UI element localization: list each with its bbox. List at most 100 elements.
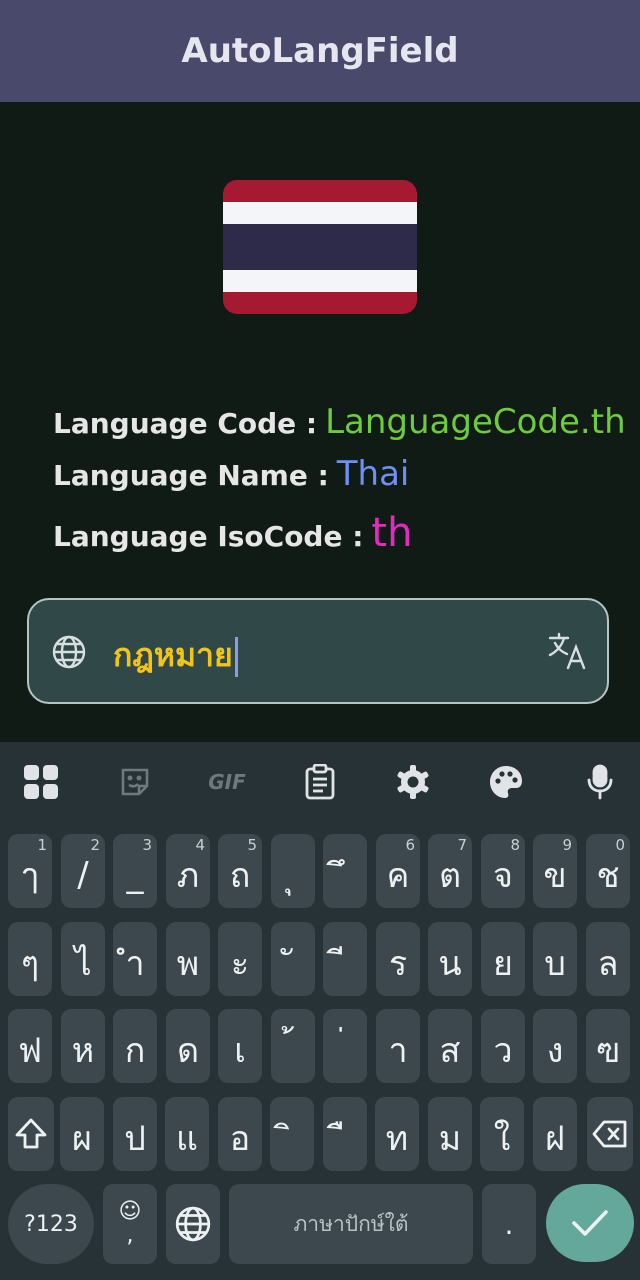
- language-iso-label: Language IsoCode :: [53, 520, 364, 553]
- field-input-value[interactable]: กฎหมาย: [113, 630, 238, 681]
- key[interactable]: ำ: [113, 922, 157, 996]
- key-label: ถ: [229, 856, 251, 896]
- key[interactable]: ใ: [480, 1097, 524, 1171]
- key[interactable]: บ: [533, 922, 577, 996]
- key-label: ช: [596, 856, 620, 896]
- key[interactable]: ไ: [61, 922, 105, 996]
- key-label: ล: [597, 944, 619, 984]
- key-label: ส: [439, 1031, 461, 1071]
- key[interactable]: 8จ: [481, 834, 525, 908]
- key[interactable]: พ: [166, 922, 210, 996]
- key[interactable]: ร: [376, 922, 420, 996]
- key[interactable]: 3 _: [113, 834, 157, 908]
- language-name-value: Thai: [336, 454, 410, 494]
- globe-icon[interactable]: [51, 634, 87, 670]
- key-label: เ: [234, 1031, 246, 1071]
- key-label: ว: [493, 1031, 513, 1071]
- key-hint: 5: [247, 836, 257, 854]
- key[interactable]: 6ค: [376, 834, 420, 908]
- key[interactable]: ั: [271, 922, 315, 996]
- key[interactable]: ย: [481, 922, 525, 996]
- mic-icon[interactable]: [580, 762, 620, 802]
- keyboard-toolbar: GIF: [0, 742, 640, 822]
- language-switch-key[interactable]: [166, 1184, 220, 1264]
- key[interactable]: ฟ: [8, 1009, 52, 1083]
- key[interactable]: 4ภ: [166, 834, 210, 908]
- clipboard-icon[interactable]: [300, 762, 340, 802]
- language-code-row: Language Code : LanguageCode.th: [53, 402, 626, 442]
- key-label: ไ: [74, 944, 92, 984]
- key[interactable]: ป: [113, 1097, 157, 1171]
- key[interactable]: เ: [218, 1009, 262, 1083]
- key[interactable]: ฃ: [586, 1009, 630, 1083]
- key[interactable]: น: [428, 922, 472, 996]
- key[interactable]: ึ: [323, 834, 367, 908]
- symbols-key[interactable]: ?123: [8, 1184, 94, 1264]
- key[interactable]: 7ต: [428, 834, 472, 908]
- key-label: จ: [493, 856, 513, 896]
- key[interactable]: ด: [166, 1009, 210, 1083]
- key[interactable]: ๆ: [8, 922, 52, 996]
- key-label: ย: [493, 944, 513, 984]
- apps-icon[interactable]: [21, 762, 61, 802]
- key-label: อ: [229, 1119, 251, 1159]
- space-key[interactable]: ภาษาปักษ์ใต้: [229, 1184, 473, 1264]
- key-label: ผ: [72, 1119, 92, 1159]
- key-label: ห: [71, 1031, 95, 1071]
- key-label: ต: [438, 856, 462, 896]
- key-hint: 8: [510, 836, 520, 854]
- key[interactable]: อ: [218, 1097, 262, 1171]
- gear-icon[interactable]: [393, 762, 433, 802]
- key-hint: 9: [562, 836, 572, 854]
- key[interactable]: ล: [586, 922, 630, 996]
- key[interactable]: ส: [428, 1009, 472, 1083]
- key-label: _: [126, 855, 144, 895]
- key[interactable]: 9ข: [533, 834, 577, 908]
- key[interactable]: ่: [323, 1009, 367, 1083]
- key-label: ค: [386, 856, 410, 896]
- key[interactable]: ก: [113, 1009, 157, 1083]
- key[interactable]: 1ๅ: [8, 834, 52, 908]
- translate-icon[interactable]: [547, 630, 589, 672]
- language-text-field[interactable]: กฎหมาย: [27, 598, 609, 704]
- key-label: ด: [176, 1031, 200, 1071]
- language-iso-value: th: [371, 510, 413, 556]
- backspace-key[interactable]: [587, 1097, 633, 1171]
- key[interactable]: ง: [533, 1009, 577, 1083]
- key[interactable]: แ: [165, 1097, 209, 1171]
- gif-icon[interactable]: GIF: [206, 762, 248, 802]
- key-label: น: [438, 944, 462, 984]
- key[interactable]: 2/: [61, 834, 105, 908]
- key[interactable]: ะ: [218, 922, 262, 996]
- key[interactable]: ห: [61, 1009, 105, 1083]
- key[interactable]: า: [376, 1009, 420, 1083]
- key[interactable]: ้: [271, 1009, 315, 1083]
- key[interactable]: ี: [323, 922, 367, 996]
- key[interactable]: ุ: [271, 834, 315, 908]
- key-label: ง: [546, 1031, 564, 1071]
- shift-key[interactable]: [8, 1097, 54, 1171]
- sticker-icon[interactable]: [115, 762, 155, 802]
- period-key[interactable]: .: [482, 1184, 536, 1264]
- key-hint: 1: [37, 836, 47, 854]
- enter-key[interactable]: [546, 1184, 634, 1262]
- key[interactable]: ผ: [60, 1097, 104, 1171]
- key-label: ก: [124, 1031, 146, 1071]
- palette-icon[interactable]: [486, 762, 526, 802]
- key-hint: 0: [615, 836, 625, 854]
- key[interactable]: ม: [428, 1097, 472, 1171]
- key[interactable]: 5ถ: [218, 834, 262, 908]
- key[interactable]: ิ: [270, 1097, 314, 1171]
- key[interactable]: ื: [323, 1097, 367, 1171]
- text-caret: [234, 637, 238, 677]
- key[interactable]: ฝ: [533, 1097, 577, 1171]
- key[interactable]: ว: [481, 1009, 525, 1083]
- key-label: บ: [544, 944, 566, 984]
- key[interactable]: 0ช: [586, 834, 630, 908]
- emoji-key[interactable]: ☺ ,: [103, 1184, 157, 1264]
- key[interactable]: ท: [375, 1097, 419, 1171]
- key-hint: 6: [405, 836, 415, 854]
- thailand-flag: [223, 180, 417, 314]
- key-hint: 3: [142, 836, 152, 854]
- key-hint: 2: [90, 836, 100, 854]
